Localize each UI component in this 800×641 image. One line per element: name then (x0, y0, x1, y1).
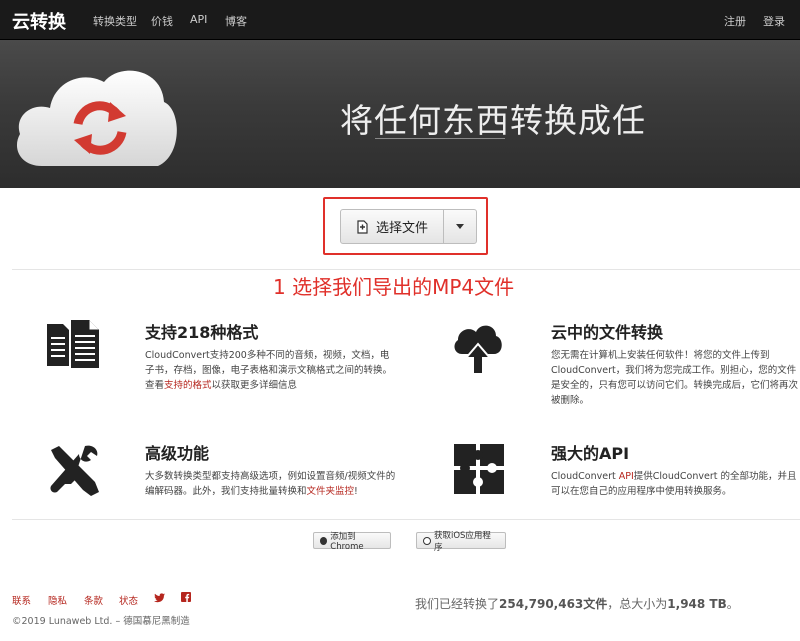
feature-text-cloud: 您无需在计算机上安装任何软件！将您的文件上传到CloudConvert，我们将为… (551, 350, 799, 406)
hero-banner: 将任何东西转换成任 (0, 40, 800, 188)
hero-title-underline (375, 138, 505, 139)
apple-icon (423, 536, 431, 545)
puzzle-icon (454, 444, 504, 494)
twitter-icon[interactable] (154, 593, 165, 603)
cloud-logo-icon (16, 70, 177, 166)
tools-icon (50, 445, 99, 496)
footer-contact-link[interactable]: 联系 (12, 593, 31, 607)
stats-text: 。 (726, 597, 739, 611)
brand-logo-text[interactable]: 云转换 (12, 8, 66, 34)
chrome-icon (320, 536, 328, 545)
facebook-icon[interactable] (181, 592, 191, 602)
feature-text-formats: CloudConvert支持200多种不同的音频，视频，文档，电子书，存档，图像… (145, 348, 395, 393)
documents-icon (47, 320, 99, 368)
feature-text: 以获取更多详细信息 (211, 380, 298, 391)
stats-text: ，总大小为 (607, 597, 668, 611)
files-count: 254,790,463文件 (499, 597, 608, 611)
feature-text: ! (354, 486, 358, 497)
folder-monitoring-link[interactable]: 文件夹监控 (307, 486, 355, 497)
nav-api[interactable]: API (190, 13, 207, 26)
feature-text-advanced: 大多数转换类型都支持高级选项，例如设置音频/视频文件的编解码器。此外，我们支持批… (145, 469, 400, 499)
nav-register[interactable]: 注册 (724, 13, 746, 29)
feature-title-formats: 支持218种格式 (145, 323, 259, 342)
select-file-label: 选择文件 (375, 221, 428, 236)
nav-blog[interactable]: 博客 (225, 13, 247, 29)
api-link[interactable]: API (619, 471, 634, 482)
section-divider (12, 519, 800, 520)
nav-pricing[interactable]: 价钱 (151, 13, 173, 29)
get-ios-app-label: 获取iOS应用程序 (433, 530, 491, 553)
top-navbar: 云转换 转换类型 价钱 API 博客 注册 登录 (0, 0, 800, 40)
feature-title-api: 强大的API (551, 444, 630, 463)
footer-privacy-link[interactable]: 隐私 (48, 593, 67, 607)
conversion-stats: 我们已经转换了254,790,463文件，总大小为1,948 TB。 (415, 595, 739, 612)
file-add-icon (357, 219, 368, 234)
get-ios-app-button[interactable]: 获取iOS应用程序 (416, 531, 506, 553)
nav-login[interactable]: 登录 (763, 13, 785, 29)
footer-terms-link[interactable]: 条款 (84, 593, 103, 607)
select-file-dropdown-button[interactable] (443, 209, 477, 244)
select-file-button[interactable]: 选择文件 (340, 209, 444, 244)
chevron-down-icon (456, 224, 464, 229)
copyright-text: ©2019 Lunaweb Ltd. – 德国慕尼黑制造 (12, 616, 190, 627)
cloud-upload-icon (454, 325, 502, 375)
feature-text: CloudConvert (551, 471, 619, 482)
feature-text-api: CloudConvert API提供CloudConvert 的全部功能，并且可… (551, 469, 800, 499)
total-size: 1,948 TB (667, 597, 727, 611)
feature-title-advanced: 高级功能 (145, 444, 210, 463)
stats-text: 我们已经转换了 (415, 597, 500, 611)
nav-conversion-types[interactable]: 转换类型 (93, 13, 137, 29)
hero-title: 将任何东西转换成任 (340, 101, 646, 140)
supported-formats-link[interactable]: 支持的格式 (164, 380, 212, 391)
instruction-annotation: 1 选择我们导出的MP4文件 (273, 275, 515, 299)
feature-title-cloud: 云中的文件转换 (551, 323, 664, 342)
footer-status-link[interactable]: 状态 (119, 593, 138, 607)
add-to-chrome-button[interactable]: 添加到Chrome (313, 531, 391, 552)
add-to-chrome-label: 添加到Chrome (330, 531, 364, 552)
section-divider (12, 269, 800, 270)
